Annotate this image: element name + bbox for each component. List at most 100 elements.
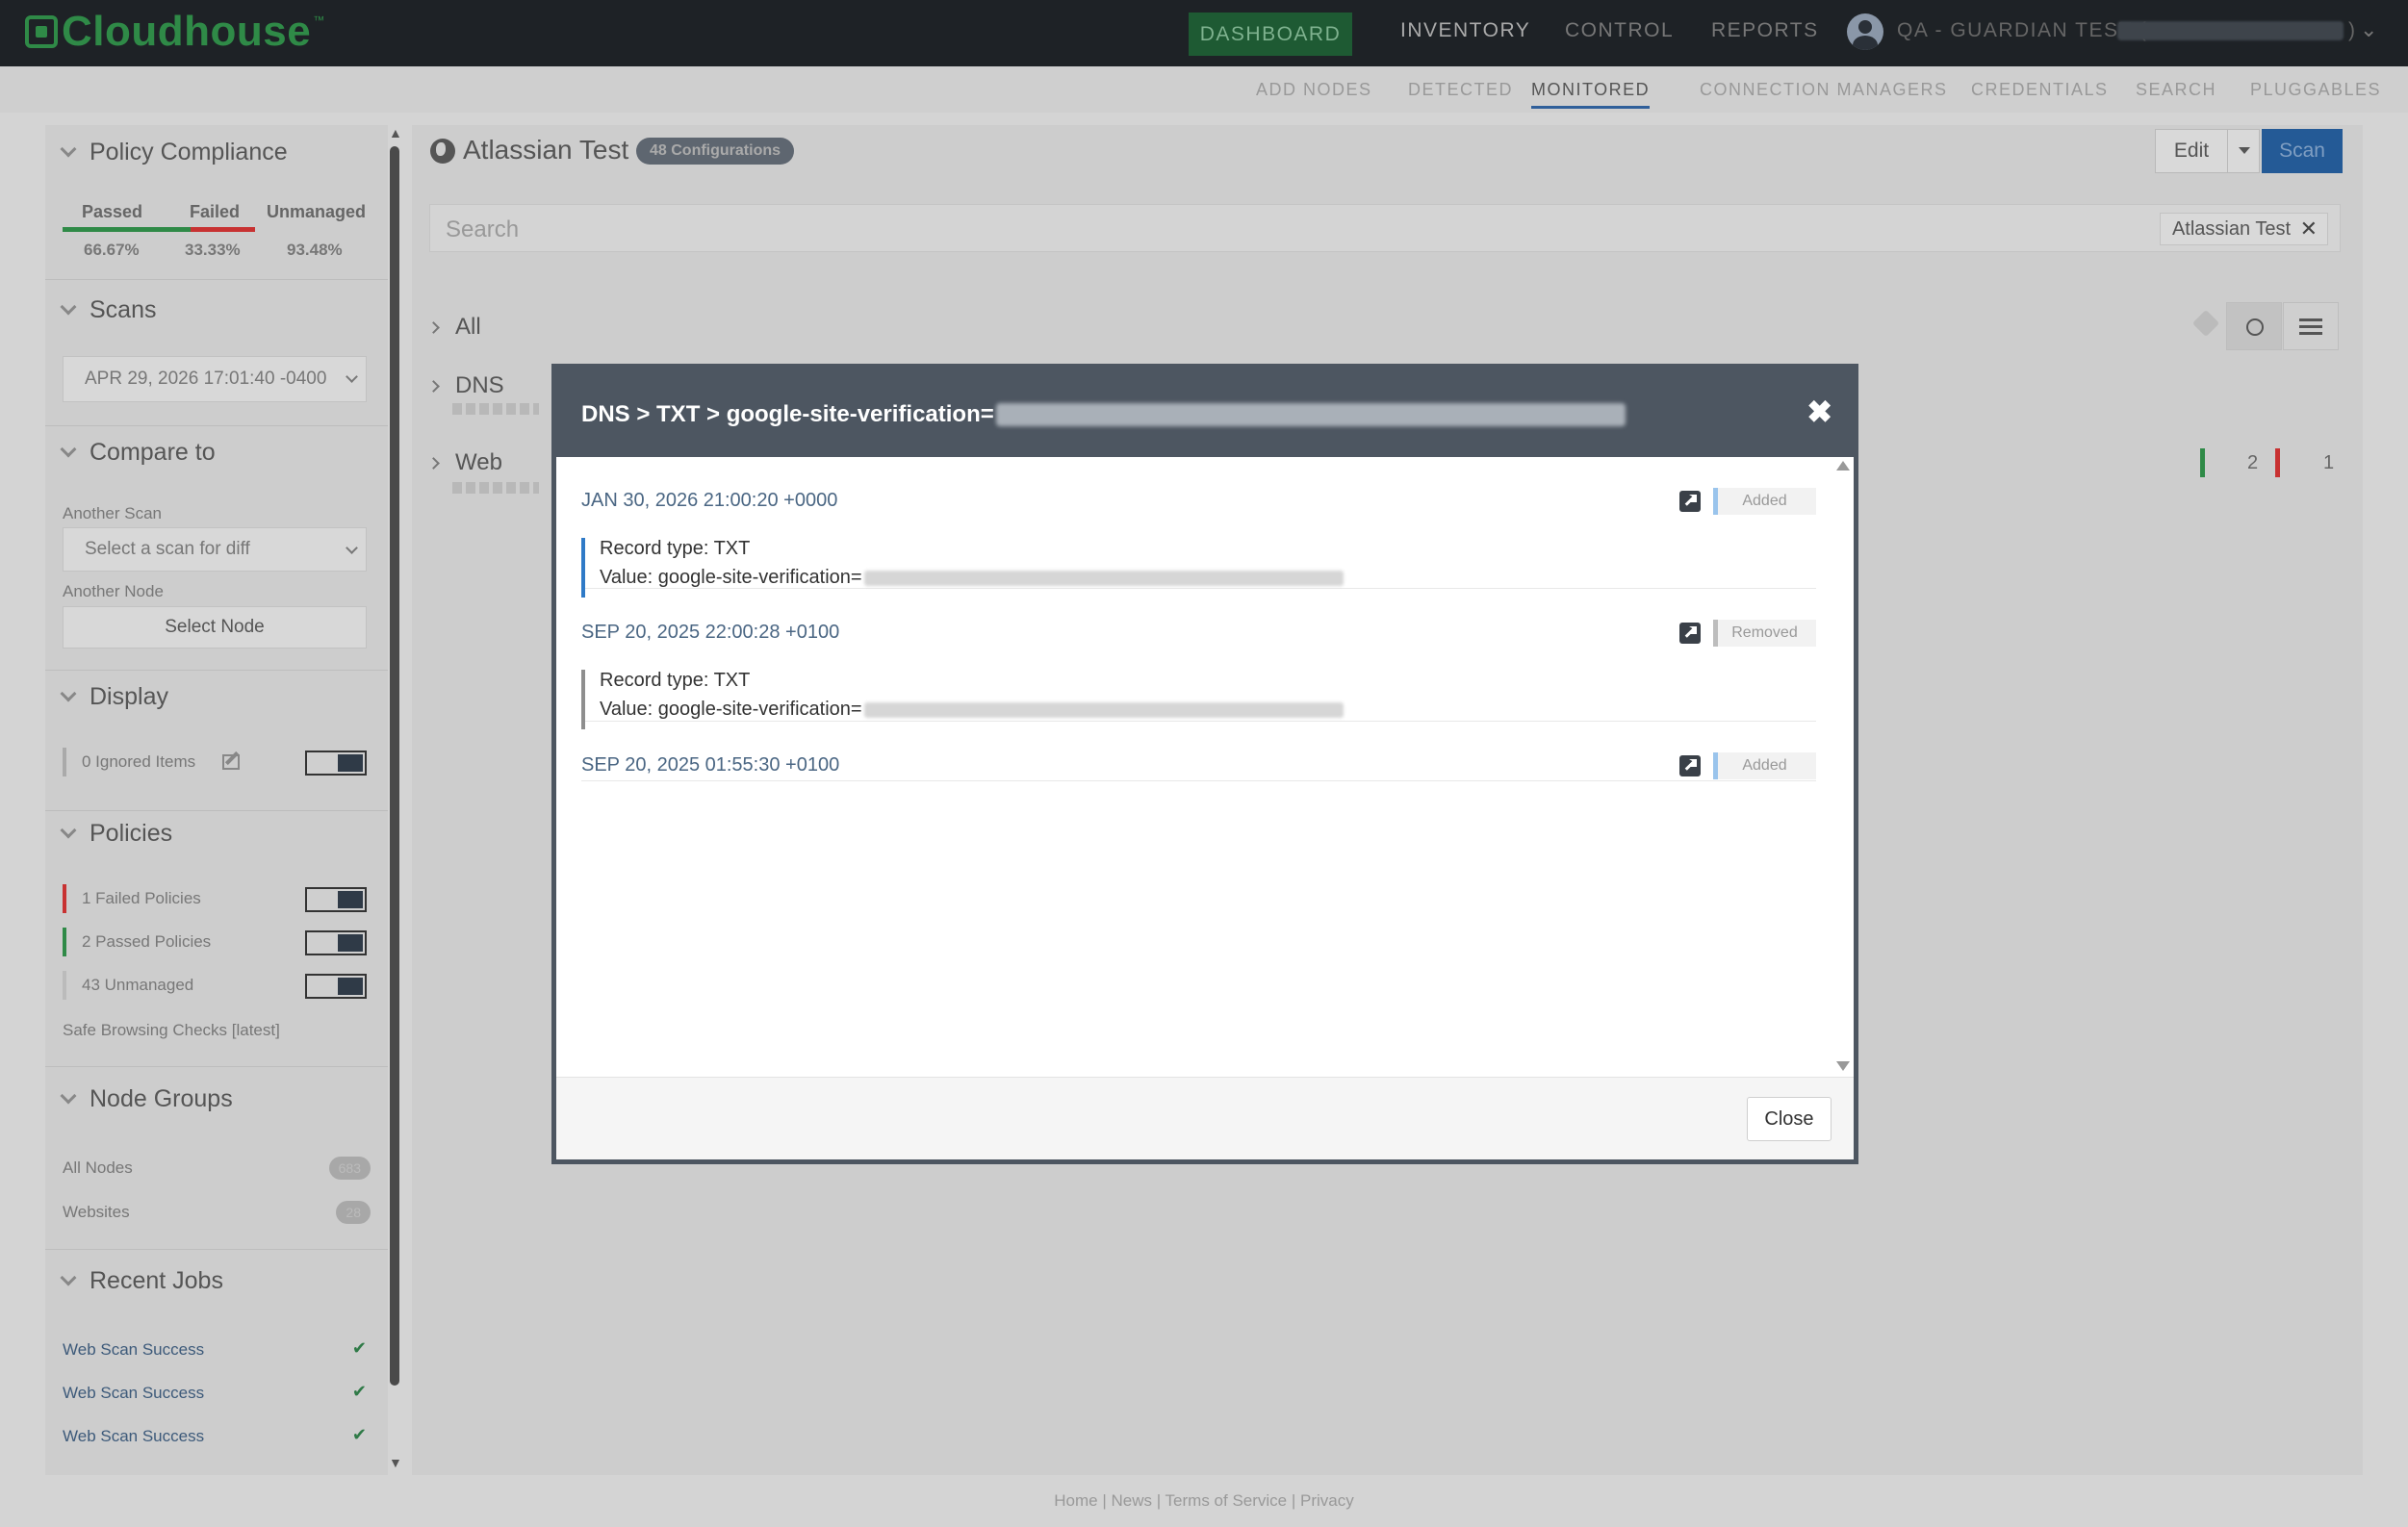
external-link-icon[interactable]	[1679, 755, 1701, 776]
select-node-button[interactable]: Select Node	[63, 606, 367, 649]
close-button[interactable]: Close	[1747, 1097, 1832, 1141]
recent-job-item[interactable]: Web Scan Success ✔	[63, 1338, 367, 1360]
unmanaged-row: 43 Unmanaged	[63, 971, 367, 1000]
redacted-verification-token	[863, 701, 1344, 718]
safe-browsing-checks-link[interactable]: Safe Browsing Checks [latest]	[63, 1021, 280, 1040]
sidebar: Policy Compliance Passed Failed Unmanage…	[45, 125, 388, 1475]
diff-scan-select[interactable]: Select a scan for diff	[63, 527, 367, 572]
nav-dashboard[interactable]: DASHBOARD	[1189, 13, 1352, 56]
nav-control[interactable]: CONTROL	[1565, 19, 1674, 42]
modal-body[interactable]: JAN 30, 2026 21:00:20 +0000 Added Record…	[556, 457, 1854, 1077]
modal-title-text: DNS > TXT > google-site-verification=	[581, 401, 994, 427]
passed-value: 66.67%	[84, 241, 140, 259]
web-item-indicators	[452, 482, 539, 494]
edit-dropdown-caret-icon[interactable]	[2227, 129, 2260, 173]
websites-count-badge: 28	[336, 1201, 371, 1224]
node-group-websites[interactable]: Websites	[63, 1203, 130, 1222]
external-link-icon[interactable]	[1679, 491, 1701, 512]
subnav-add-nodes[interactable]: ADD NODES	[1256, 80, 1372, 100]
scan-button[interactable]: Scan	[2262, 129, 2343, 173]
tree-view-button[interactable]	[2226, 302, 2282, 350]
subnav-detected[interactable]: DETECTED	[1408, 80, 1513, 100]
chevron-right-icon	[427, 320, 440, 334]
section-compare-to[interactable]: Compare to	[60, 439, 216, 467]
chevron-down-icon	[60, 441, 77, 457]
tree-node-all[interactable]: All	[427, 314, 481, 341]
chevron-down-icon	[346, 370, 358, 383]
sidebar-scrollbar-thumb[interactable]	[390, 146, 399, 1386]
failed-policies-toggle[interactable]	[305, 887, 367, 912]
unmanaged-toggle[interactable]	[305, 974, 367, 999]
status-indicator	[1713, 620, 1718, 647]
list-view-button[interactable]	[2283, 302, 2339, 350]
status-label: Removed	[1731, 624, 1798, 641]
user-avatar-icon[interactable]	[1847, 13, 1883, 50]
globe-icon	[430, 139, 455, 164]
divider	[45, 279, 388, 280]
footer-links[interactable]: Home | News | Terms of Service | Privacy	[0, 1491, 2408, 1511]
subnav-monitored[interactable]: MONITORED	[1531, 80, 1651, 109]
logo-icon	[25, 15, 58, 48]
edit-button[interactable]: Edit	[2155, 129, 2228, 173]
external-link-icon[interactable]	[1679, 623, 1701, 644]
divider	[45, 810, 388, 811]
scan-select[interactable]: APR 29, 2026 17:01:40 -0400	[63, 356, 367, 402]
status-label: Added	[1742, 757, 1787, 774]
edit-icon[interactable]	[222, 754, 240, 770]
tree-node-dns[interactable]: DNS	[427, 372, 504, 399]
scroll-down-arrow-icon[interactable]: ▼	[389, 1455, 402, 1470]
check-icon: ✔	[351, 1425, 367, 1444]
section-display[interactable]: Display	[60, 683, 168, 711]
divider	[45, 1249, 388, 1250]
user-menu-chevron-down-icon[interactable]: ⌄	[2360, 17, 2377, 42]
section-policies[interactable]: Policies	[60, 820, 172, 848]
subnav-credentials[interactable]: CREDENTIALS	[1971, 80, 2109, 100]
remove-chip-close-icon[interactable]: ✕	[2300, 216, 2318, 242]
ignored-items-row: 0 Ignored Items	[63, 748, 367, 776]
unmanaged-value: 93.48%	[287, 241, 343, 259]
cloudhouse-logo[interactable]: Cloudhouse ™	[25, 8, 324, 56]
tree-node-web[interactable]: Web	[427, 449, 502, 476]
recent-job-item[interactable]: Web Scan Success ✔	[63, 1425, 367, 1446]
section-scans[interactable]: Scans	[60, 296, 156, 324]
logo-text: Cloudhouse	[62, 8, 312, 55]
ignored-items-toggle[interactable]	[305, 751, 367, 776]
dns-item-indicators	[452, 403, 539, 415]
user-account-name[interactable]: QA - GUARDIAN TEST (	[1897, 19, 2147, 42]
tree-label: All	[455, 314, 481, 340]
subnav-connection-managers[interactable]: CONNECTION MANAGERS	[1700, 80, 1948, 100]
chevron-down-icon	[60, 1269, 77, 1285]
row-indicator	[63, 748, 66, 776]
scroll-up-arrow-icon[interactable]: ▲	[389, 125, 402, 140]
nav-inventory[interactable]: INVENTORY	[1400, 19, 1530, 42]
failed-progress-bar	[191, 227, 255, 232]
section-node-groups[interactable]: Node Groups	[60, 1085, 233, 1113]
unmanaged-label: Unmanaged	[267, 202, 367, 221]
failed-policies-label: 1 Failed Policies	[82, 889, 201, 907]
passed-indicator	[2200, 448, 2205, 477]
scroll-up-arrow-icon[interactable]	[1836, 461, 1850, 471]
diff-scan-placeholder: Select a scan for diff	[85, 539, 250, 559]
subnav-pluggables[interactable]: PLUGGABLES	[2250, 80, 2381, 100]
divider	[45, 425, 388, 426]
entry-date: SEP 20, 2025 22:00:28 +0100	[581, 622, 840, 643]
scan-select-value: APR 29, 2026 17:01:40 -0400	[85, 369, 327, 389]
modal-close-icon[interactable]: ✖	[1806, 394, 1832, 430]
search-filter-chip[interactable]: Atlassian Test ✕	[2159, 213, 2328, 245]
node-group-all-nodes[interactable]: All Nodes	[63, 1158, 133, 1178]
chevron-down-icon	[60, 1087, 77, 1104]
top-navbar: Cloudhouse ™ DASHBOARD INVENTORY CONTROL…	[0, 0, 2408, 66]
sidebar-scrollbar[interactable]: ▲ ▼	[388, 125, 402, 1475]
web-other-count: 1	[2323, 452, 2335, 473]
subnav-search[interactable]: SEARCH	[2136, 80, 2216, 100]
config-search-input[interactable]: Search Atlassian Test ✕	[429, 204, 2341, 252]
recent-job-item[interactable]: Web Scan Success ✔	[63, 1382, 367, 1403]
passed-label: Passed	[82, 202, 143, 221]
section-policy-compliance[interactable]: Policy Compliance	[60, 139, 288, 166]
section-recent-jobs[interactable]: Recent Jobs	[60, 1267, 223, 1295]
scroll-down-arrow-icon[interactable]	[1836, 1061, 1850, 1071]
nav-reports[interactable]: REPORTS	[1711, 19, 1819, 42]
record-type: Record type: TXT	[600, 538, 751, 559]
passed-policies-toggle[interactable]	[305, 930, 367, 955]
status-label: Added	[1742, 493, 1787, 509]
